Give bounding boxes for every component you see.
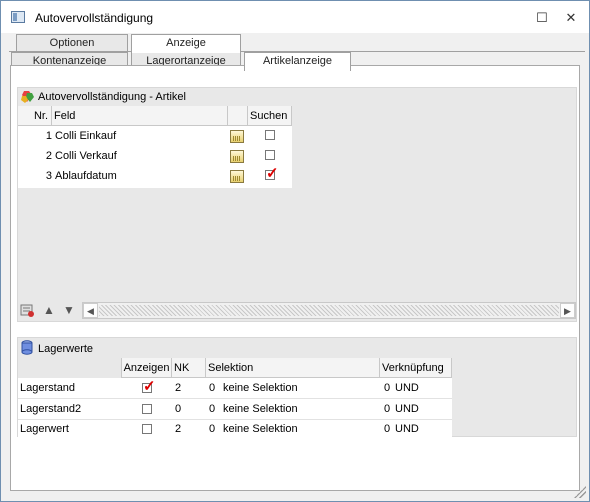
- resize-grip-icon[interactable]: [574, 486, 586, 498]
- scroll-track[interactable]: [99, 305, 559, 316]
- autocomplete-grid: Nr. Feld Suchen 1 Colli Einkauf 2 Colli …: [18, 106, 292, 188]
- lager-row-sel-nr: 0: [209, 403, 216, 415]
- row-nr: 2: [45, 150, 52, 162]
- suchen-checkbox[interactable]: [265, 150, 275, 160]
- dialog-window: Autovervollständigung ☐ ✕ Optionen Anzei…: [0, 0, 590, 502]
- col-header-suchen[interactable]: Suchen: [248, 106, 292, 126]
- lager-row-sel-nr: 0: [209, 423, 216, 435]
- move-down-icon[interactable]: ▼: [63, 303, 75, 317]
- anzeigen-checkbox[interactable]: [142, 424, 152, 434]
- edit-row-icon[interactable]: [20, 303, 34, 320]
- calendar-table-icon[interactable]: [230, 150, 244, 163]
- lagerwerte-panel: Lagerwerte Anzeigen NK Selektion Verknüp…: [17, 337, 577, 438]
- check-mark-icon: ✓: [143, 378, 156, 395]
- lager-row-nk[interactable]: 2: [175, 378, 181, 398]
- lager-row-sel-nr: 0: [209, 382, 216, 394]
- col-header-anzeigen[interactable]: Anzeigen: [122, 358, 172, 378]
- col-header-selektion[interactable]: Selektion: [206, 358, 380, 378]
- tab-optionen-label: Optionen: [49, 37, 95, 49]
- lagerwerte-title: Lagerwerte: [38, 343, 94, 355]
- lager-row-verknuepfung[interactable]: UND: [395, 378, 419, 398]
- col-header-nr[interactable]: Nr.: [18, 106, 52, 126]
- lager-row-verknuepfung[interactable]: UND: [395, 399, 419, 419]
- tab-anzeige-label: Anzeige: [166, 37, 206, 49]
- lager-row-name: Lagerstand: [20, 382, 76, 394]
- lager-row-selektion[interactable]: keine Selektion: [223, 399, 298, 419]
- row-nr: 3: [45, 170, 52, 182]
- database-icon: [21, 340, 33, 355]
- scroll-right-icon[interactable]: ▶: [560, 303, 575, 318]
- suchen-checkbox[interactable]: [265, 130, 275, 140]
- suchen-checkbox-checked[interactable]: ✓: [265, 166, 279, 181]
- row-feld[interactable]: Colli Einkauf: [55, 126, 116, 146]
- tab-anzeige[interactable]: Anzeige: [131, 34, 241, 53]
- lager-row-selektion[interactable]: keine Selektion: [223, 419, 298, 439]
- title-bar[interactable]: Autovervollständigung ☐ ✕: [1, 1, 589, 33]
- lager-row-selektion[interactable]: keine Selektion: [223, 378, 298, 398]
- lager-row-verk-nr: 0: [384, 403, 391, 415]
- maximize-button[interactable]: ☐: [532, 9, 552, 27]
- check-mark-icon: ✓: [266, 165, 279, 182]
- anzeigen-checkbox-checked[interactable]: ✓: [142, 379, 156, 394]
- col-header-blank[interactable]: [228, 106, 248, 126]
- col-header-name: [18, 358, 122, 378]
- calendar-table-icon[interactable]: [230, 170, 244, 183]
- autocomplete-title: Autovervollständigung - Artikel: [38, 91, 186, 103]
- scroll-left-icon[interactable]: ◀: [83, 303, 98, 318]
- col-header-feld[interactable]: Feld: [52, 106, 228, 126]
- col-header-verknuepfung[interactable]: Verknüpfung: [380, 358, 452, 378]
- tab-artikelanzeige[interactable]: Artikelanzeige: [244, 52, 351, 71]
- tab-artikelanzeige-label: Artikelanzeige: [262, 55, 333, 67]
- calendar-table-icon[interactable]: [230, 130, 244, 143]
- row-nr: 1: [45, 130, 52, 142]
- move-up-icon[interactable]: ▲: [43, 303, 55, 317]
- lager-row-verk-nr: 0: [384, 423, 391, 435]
- lagerwerte-grid: Anzeigen NK Selektion Verknüpfung Lagers…: [18, 358, 452, 438]
- lager-row-nk[interactable]: 2: [175, 419, 181, 439]
- lager-row-verknuepfung[interactable]: UND: [395, 419, 419, 439]
- tab-optionen[interactable]: Optionen: [16, 34, 128, 52]
- lager-row-name: Lagerwert: [20, 423, 69, 435]
- anzeigen-checkbox[interactable]: [142, 404, 152, 414]
- lager-row-name: Lagerstand2: [20, 403, 82, 415]
- tab-row-main: Optionen Anzeige: [1, 34, 590, 53]
- horizontal-scrollbar[interactable]: ◀ ▶: [82, 302, 576, 319]
- row-feld[interactable]: Colli Verkauf: [55, 146, 117, 166]
- app-window-icon: [11, 11, 25, 23]
- lager-row-verk-nr: 0: [384, 382, 391, 394]
- tab-content-area: Autovervollständigung - Artikel Nr. Feld…: [10, 65, 580, 491]
- window-title: Autovervollständigung: [35, 11, 154, 25]
- autocomplete-icon: [21, 91, 34, 103]
- lager-row-nk[interactable]: 0: [175, 399, 181, 419]
- autocomplete-panel: Autovervollständigung - Artikel Nr. Feld…: [17, 87, 577, 322]
- row-feld[interactable]: Ablaufdatum: [55, 166, 117, 186]
- col-header-nk[interactable]: NK: [172, 358, 206, 378]
- close-button[interactable]: ✕: [561, 9, 581, 27]
